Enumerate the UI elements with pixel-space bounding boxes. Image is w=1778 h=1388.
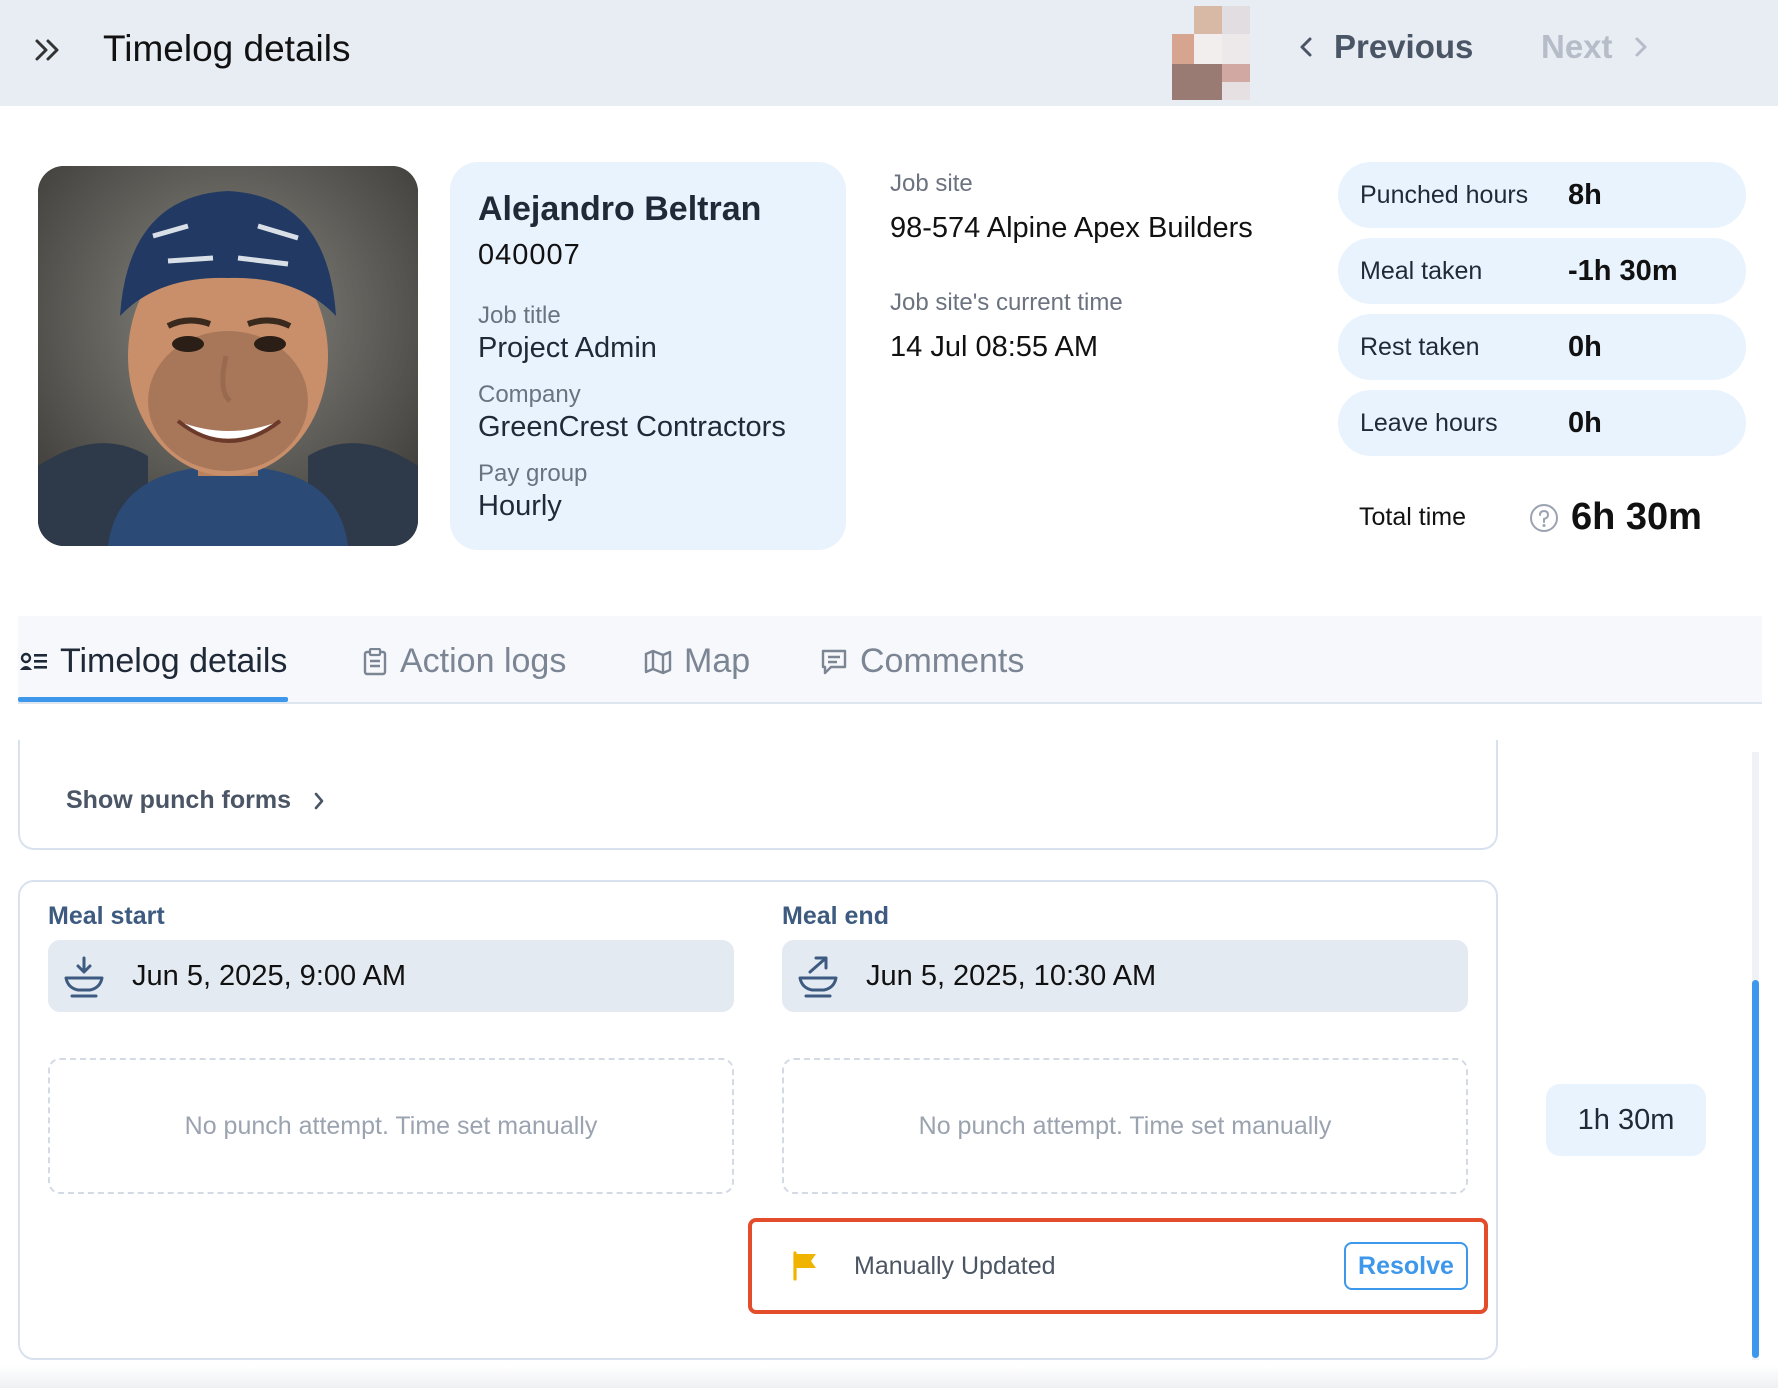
tab-label: Map bbox=[684, 642, 751, 680]
employee-photo bbox=[38, 166, 418, 546]
stat-value: -1h 30m bbox=[1568, 254, 1678, 287]
bottom-edge bbox=[0, 1366, 1778, 1388]
timelog-details-icon bbox=[20, 652, 47, 670]
tab-comments[interactable]: Comments bbox=[820, 642, 1024, 681]
stat-value: 0h bbox=[1568, 330, 1602, 363]
meal-end-value: Jun 5, 2025, 10:30 AM bbox=[866, 959, 1157, 992]
chevron-right-icon bbox=[314, 792, 324, 809]
stat-label: Punched hours bbox=[1360, 180, 1529, 209]
tab-label: Timelog details bbox=[60, 642, 288, 680]
previous-label: Previous bbox=[1334, 28, 1474, 65]
meal-end-attempt: No punch attempt. Time set manually bbox=[782, 1058, 1468, 1194]
job-site-section: Job site 98-574 Alpine Apex Builders Job… bbox=[890, 170, 1253, 364]
show-punch-forms-label: Show punch forms bbox=[66, 786, 291, 814]
job-title-label: Job title bbox=[478, 302, 561, 329]
job-title-value: Project Admin bbox=[478, 332, 657, 364]
page-title: Timelog details bbox=[103, 28, 351, 69]
expand-icon[interactable] bbox=[28, 30, 68, 70]
chevron-left-icon bbox=[1300, 37, 1312, 57]
pay-group-label: Pay group bbox=[478, 460, 588, 487]
total-time-label: Total time bbox=[1359, 503, 1466, 531]
tab-label: Comments bbox=[860, 642, 1025, 680]
scrollbar-thumb[interactable] bbox=[1752, 980, 1759, 1358]
flag-text: Manually Updated bbox=[854, 1251, 1056, 1280]
map-icon bbox=[644, 649, 672, 674]
meal-start-icon bbox=[64, 956, 104, 998]
tab-timelog-details[interactable]: Timelog details bbox=[20, 642, 287, 681]
employee-id: 040007 bbox=[478, 239, 581, 271]
next-label: Next bbox=[1541, 28, 1613, 65]
meal-start-field[interactable]: Jun 5, 2025, 9:00 AM bbox=[48, 940, 734, 1012]
stat-punched-hours: Punched hours 8h bbox=[1338, 162, 1746, 228]
company-value: GreenCrest Contractors bbox=[478, 411, 786, 443]
manually-updated-flag: Manually Updated Resolve bbox=[748, 1218, 1488, 1314]
stat-meal-taken: Meal taken -1h 30m bbox=[1338, 238, 1746, 304]
tab-bar: Timelog details Action logs Map Comments bbox=[18, 616, 1762, 704]
job-site-label: Job site bbox=[890, 170, 973, 197]
meal-start-value: Jun 5, 2025, 9:00 AM bbox=[132, 959, 407, 992]
previous-button[interactable]: Previous bbox=[1298, 28, 1473, 66]
meal-end-field[interactable]: Jun 5, 2025, 10:30 AM bbox=[782, 940, 1468, 1012]
top-bar: Timelog details Previous Next bbox=[0, 0, 1778, 106]
stat-leave-hours: Leave hours 0h bbox=[1338, 390, 1746, 456]
chevron-right-icon bbox=[1635, 37, 1647, 57]
meal-end-icon bbox=[798, 956, 838, 998]
next-button[interactable]: Next bbox=[1541, 28, 1649, 66]
flag-icon bbox=[793, 1251, 816, 1281]
stat-label: Leave hours bbox=[1360, 408, 1498, 437]
resolve-button[interactable]: Resolve bbox=[1344, 1242, 1468, 1290]
stat-rest-taken: Rest taken 0h bbox=[1338, 314, 1746, 380]
user-avatar[interactable] bbox=[1172, 6, 1272, 100]
stat-label: Meal taken bbox=[1360, 256, 1483, 285]
job-site-value: 98-574 Alpine Apex Builders bbox=[890, 212, 1253, 244]
meal-end-label: Meal end bbox=[782, 902, 889, 930]
tab-map[interactable]: Map bbox=[644, 642, 750, 681]
job-site-time-value: 14 Jul 08:55 AM bbox=[890, 331, 1098, 363]
total-time: Total time 6h 30m bbox=[1359, 496, 1702, 539]
comment-icon bbox=[821, 649, 847, 674]
company-label: Company bbox=[478, 381, 581, 408]
meal-duration-badge: 1h 30m bbox=[1546, 1084, 1706, 1156]
active-tab-indicator bbox=[18, 697, 288, 702]
stat-value: 0h bbox=[1568, 406, 1602, 439]
tab-label: Action logs bbox=[400, 642, 567, 680]
employee-name: Alejandro Beltran bbox=[478, 190, 762, 228]
stat-value: 8h bbox=[1568, 178, 1602, 211]
meal-start-label: Meal start bbox=[48, 902, 165, 930]
meal-start-attempt: No punch attempt. Time set manually bbox=[48, 1058, 734, 1194]
clipboard-icon bbox=[363, 647, 387, 675]
help-icon[interactable] bbox=[1529, 503, 1559, 533]
stat-label: Rest taken bbox=[1360, 332, 1480, 361]
pay-group-value: Hourly bbox=[478, 490, 562, 522]
punch-forms-panel: Show punch forms bbox=[18, 740, 1498, 850]
job-site-time-label: Job site's current time bbox=[890, 289, 1123, 316]
total-time-value: 6h 30m bbox=[1571, 496, 1702, 538]
tab-action-logs[interactable]: Action logs bbox=[362, 642, 566, 681]
employee-info-card: Alejandro Beltran 040007 Job title Proje… bbox=[450, 162, 846, 550]
show-punch-forms-button[interactable]: Show punch forms bbox=[66, 786, 325, 815]
